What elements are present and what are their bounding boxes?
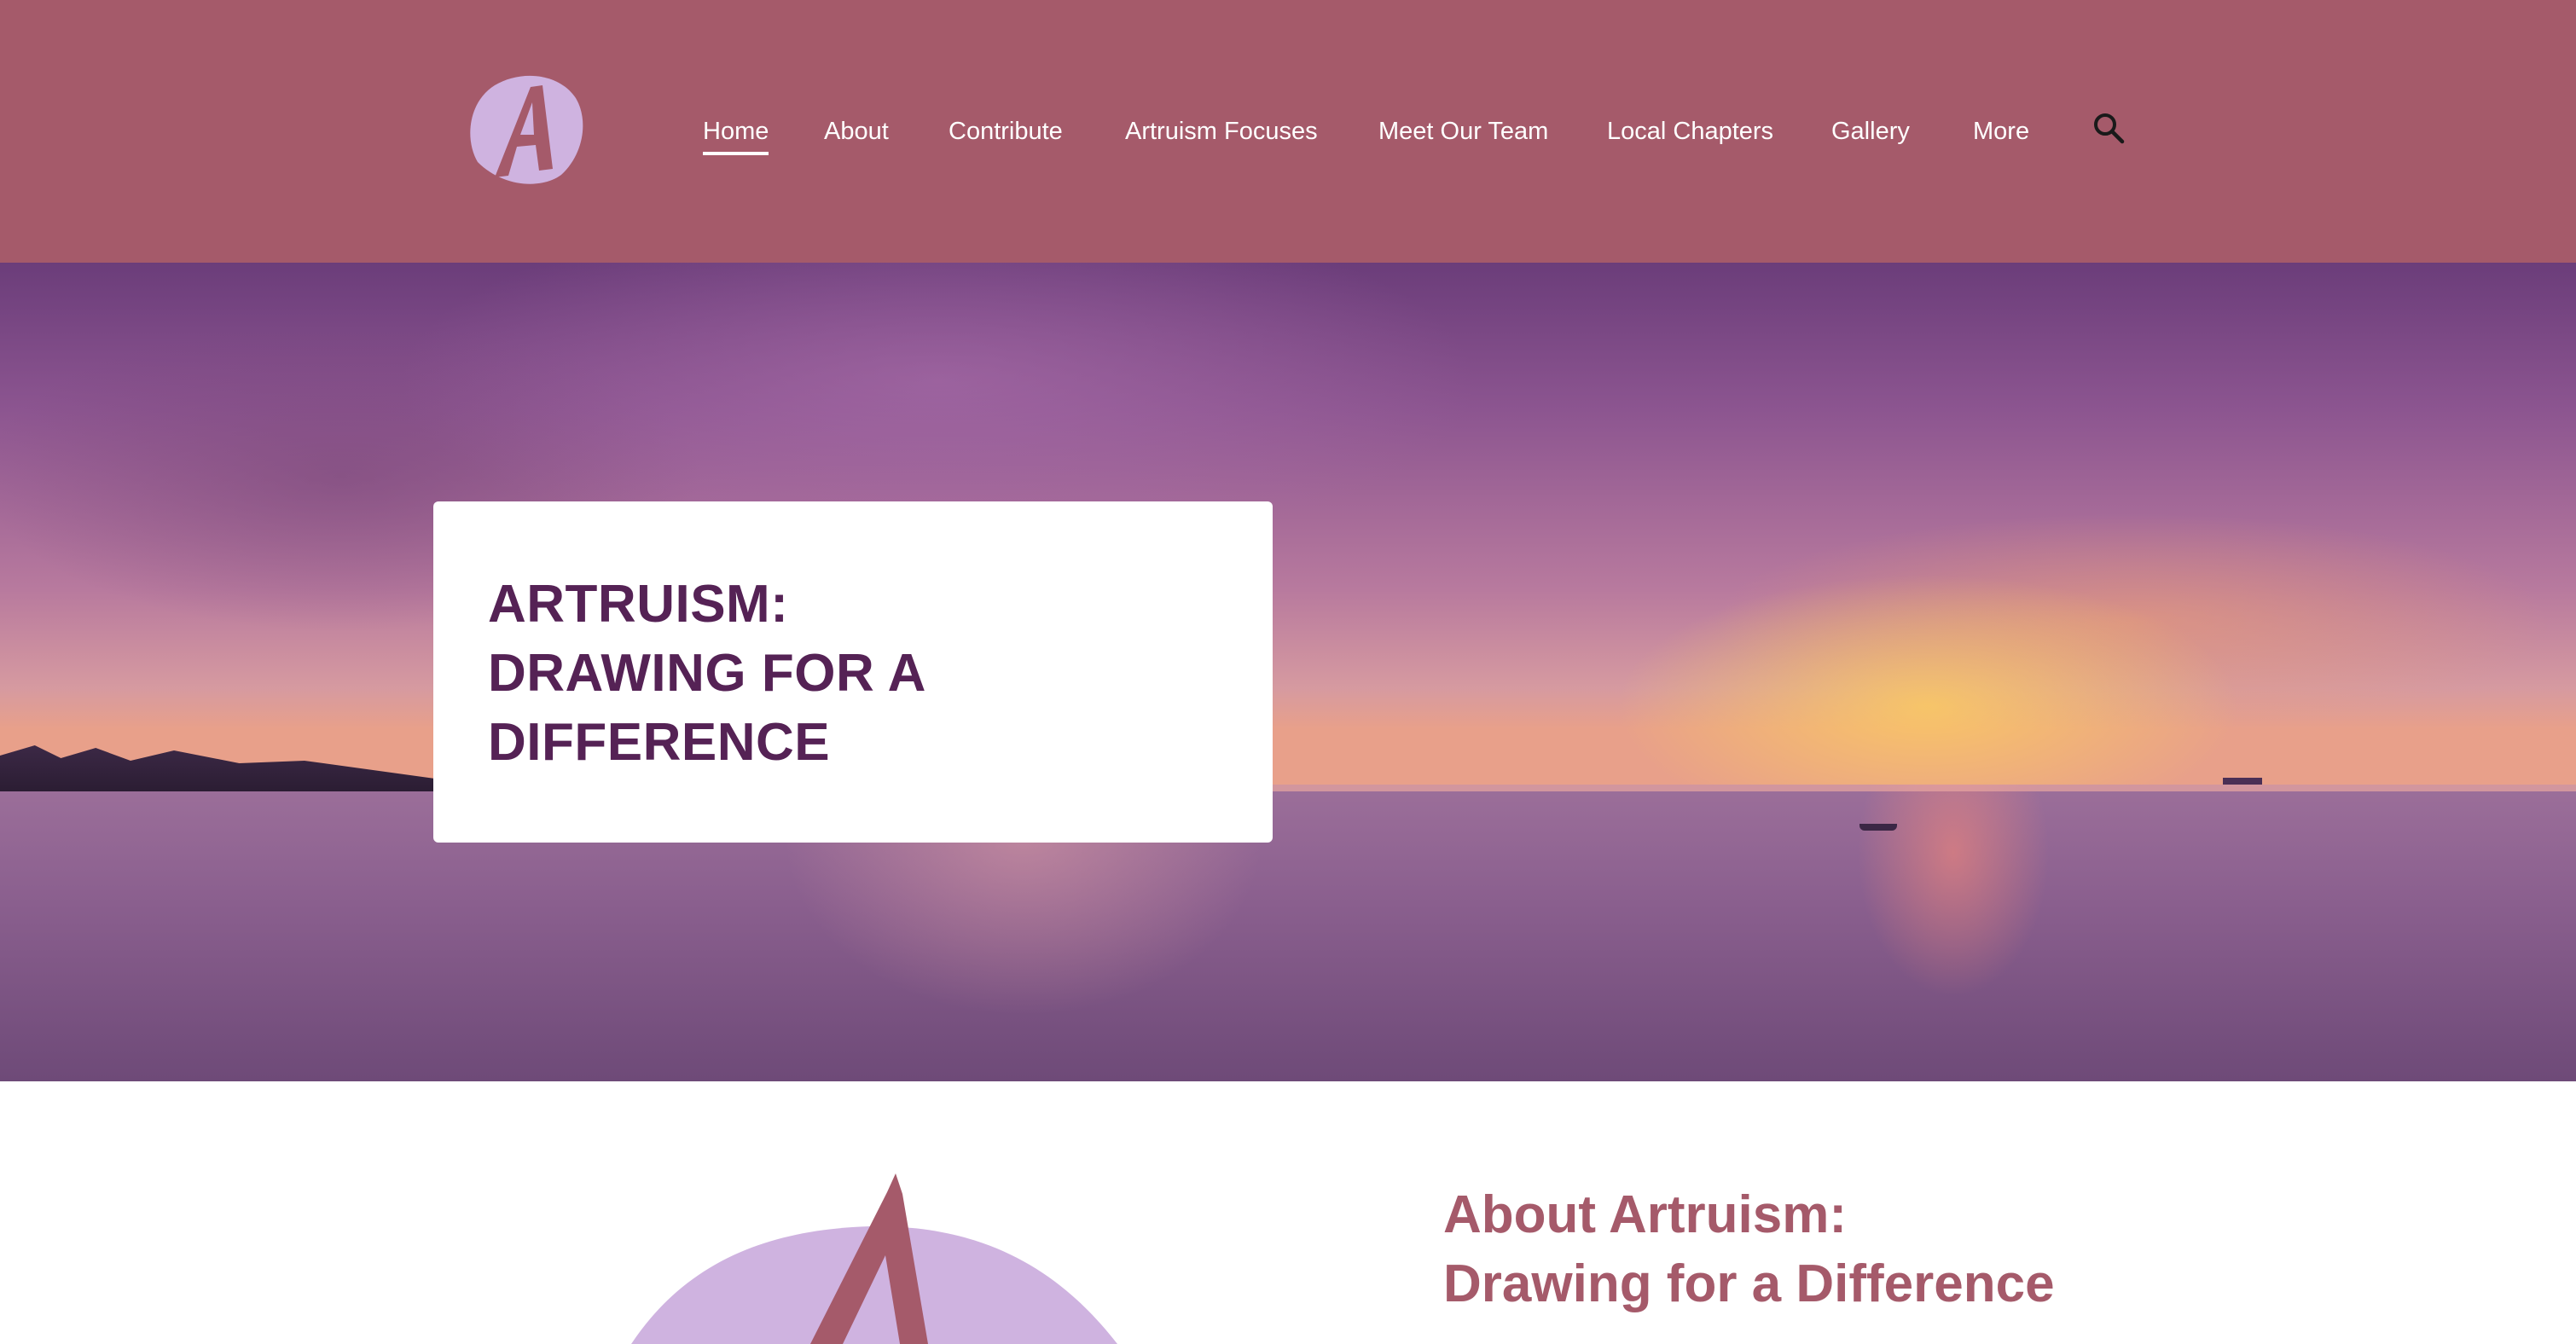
hero-ship <box>2223 778 2262 785</box>
nav-about[interactable]: About <box>824 114 889 148</box>
main-nav: Home About Contribute Artruism Focuses M… <box>0 0 2576 263</box>
hero-shoreline <box>0 745 435 791</box>
hero-title: ARTRUISM: DRAWING FOR A DIFFERENCE <box>488 575 926 772</box>
hero-sea <box>0 785 2576 1081</box>
about-title: About Artruism: Drawing for a Difference <box>1443 1185 2055 1313</box>
nav-contribute[interactable]: Contribute <box>949 114 1063 148</box>
artruism-logo-large-icon <box>631 1173 1117 1344</box>
nav-meet-our-team[interactable]: Meet Our Team <box>1378 114 1548 148</box>
nav-artruism-focuses[interactable]: Artruism Focuses <box>1125 114 1318 148</box>
hero-title-card: ARTRUISM: DRAWING FOR A DIFFERENCE <box>433 501 1273 843</box>
nav-gallery[interactable]: Gallery <box>1831 114 1910 148</box>
nav-home[interactable]: Home <box>703 114 769 155</box>
hero-boat <box>1859 824 1897 831</box>
search-icon[interactable] <box>2092 111 2126 145</box>
nav-more[interactable]: More <box>1973 114 2029 148</box>
nav-local-chapters[interactable]: Local Chapters <box>1607 114 1773 148</box>
hero-banner <box>0 263 2576 1081</box>
hero-horizon <box>1271 785 2576 791</box>
site-header: Home About Contribute Artruism Focuses M… <box>0 0 2576 263</box>
